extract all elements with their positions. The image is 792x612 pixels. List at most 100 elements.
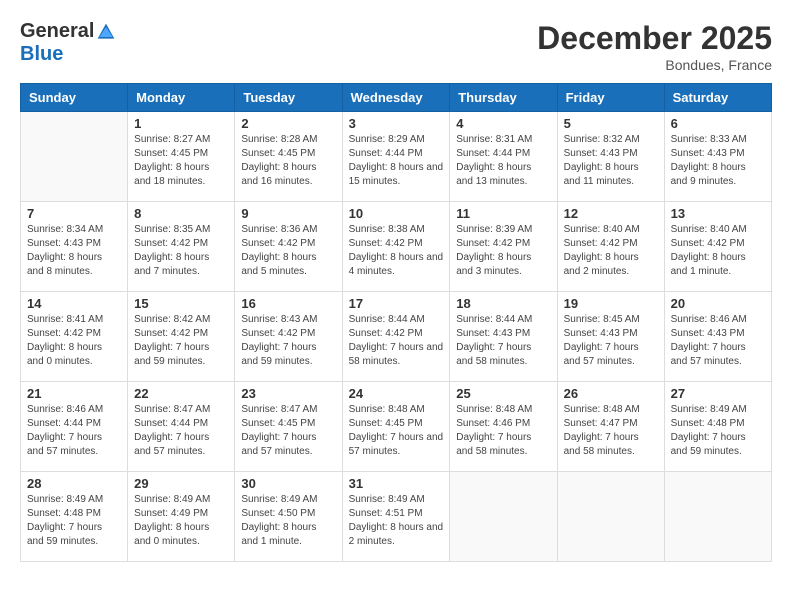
day-number: 16 [241, 296, 335, 311]
sunrise-text: Sunrise: 8:42 AM [134, 313, 228, 327]
day-info: Sunrise: 8:31 AMSunset: 4:44 PMDaylight:… [456, 133, 550, 189]
weekday-header-wednesday: Wednesday [342, 84, 450, 112]
daylight-text: Daylight: 8 hours and 1 minute. [671, 251, 765, 279]
calendar-cell [664, 472, 771, 562]
day-info: Sunrise: 8:28 AMSunset: 4:45 PMDaylight:… [241, 133, 335, 189]
sunset-text: Sunset: 4:42 PM [456, 237, 550, 251]
day-info: Sunrise: 8:49 AMSunset: 4:48 PMDaylight:… [27, 493, 121, 549]
sunset-text: Sunset: 4:48 PM [671, 417, 765, 431]
day-info: Sunrise: 8:33 AMSunset: 4:43 PMDaylight:… [671, 133, 765, 189]
sunrise-text: Sunrise: 8:38 AM [349, 223, 444, 237]
day-info: Sunrise: 8:42 AMSunset: 4:42 PMDaylight:… [134, 313, 228, 369]
sunrise-text: Sunrise: 8:46 AM [671, 313, 765, 327]
calendar-cell [21, 112, 128, 202]
daylight-text: Daylight: 8 hours and 13 minutes. [456, 161, 550, 189]
sunrise-text: Sunrise: 8:48 AM [349, 403, 444, 417]
calendar-cell: 27 Sunrise: 8:49 AMSunset: 4:48 PMDayligh… [664, 382, 771, 472]
day-info: Sunrise: 8:27 AMSunset: 4:45 PMDaylight:… [134, 133, 228, 189]
day-info: Sunrise: 8:40 AMSunset: 4:42 PMDaylight:… [564, 223, 658, 279]
daylight-text: Daylight: 7 hours and 59 minutes. [241, 341, 335, 369]
sunrise-text: Sunrise: 8:27 AM [134, 133, 228, 147]
sunset-text: Sunset: 4:50 PM [241, 507, 335, 521]
sunrise-text: Sunrise: 8:48 AM [456, 403, 550, 417]
week-row-1: 1Sunrise: 8:27 AMSunset: 4:45 PMDaylight… [21, 112, 772, 202]
day-number: 19 [564, 296, 658, 311]
daylight-text: Daylight: 7 hours and 57 minutes. [27, 431, 121, 459]
day-number: 3 [349, 116, 444, 131]
day-number: 27 [671, 386, 765, 401]
weekday-header-tuesday: Tuesday [235, 84, 342, 112]
calendar-cell: 15Sunrise: 8:42 AMSunset: 4:42 PMDayligh… [128, 292, 235, 382]
day-info: Sunrise: 8:44 AMSunset: 4:42 PMDaylight:… [349, 313, 444, 369]
calendar-cell: 31Sunrise: 8:49 AMSunset: 4:51 PMDayligh… [342, 472, 450, 562]
sunrise-text: Sunrise: 8:47 AM [134, 403, 228, 417]
title-block: December 2025 Bondues, France [537, 20, 772, 73]
day-number: 22 [134, 386, 228, 401]
calendar-cell: 30Sunrise: 8:49 AMSunset: 4:50 PMDayligh… [235, 472, 342, 562]
day-number: 28 [27, 476, 121, 491]
sunrise-text: Sunrise: 8:49 AM [671, 403, 765, 417]
calendar-cell: 25 Sunrise: 8:48 AMSunset: 4:46 PMDayligh… [450, 382, 557, 472]
sunrise-text: Sunrise: 8:49 AM [134, 493, 228, 507]
day-info: Sunrise: 8:49 AMSunset: 4:51 PMDaylight:… [349, 493, 444, 549]
day-info: Sunrise: 8:49 AMSunset: 4:50 PMDaylight:… [241, 493, 335, 549]
calendar-cell: 9Sunrise: 8:36 AMSunset: 4:42 PMDaylight… [235, 202, 342, 292]
day-info: Sunrise: 8:48 AMSunset: 4:46 PMDaylight:… [456, 403, 550, 459]
sunset-text: Sunset: 4:42 PM [671, 237, 765, 251]
daylight-text: Daylight: 7 hours and 57 minutes. [349, 431, 444, 459]
daylight-text: Daylight: 8 hours and 9 minutes. [671, 161, 765, 189]
daylight-text: Daylight: 8 hours and 7 minutes. [134, 251, 228, 279]
sunset-text: Sunset: 4:43 PM [564, 147, 658, 161]
daylight-text: Daylight: 7 hours and 58 minutes. [456, 341, 550, 369]
page-header: General Blue December 2025 Bondues, Fran… [20, 20, 772, 73]
day-number: 21 [27, 386, 121, 401]
day-info: Sunrise: 8:35 AMSunset: 4:42 PMDaylight:… [134, 223, 228, 279]
sunset-text: Sunset: 4:44 PM [134, 417, 228, 431]
calendar-cell: 11Sunrise: 8:39 AMSunset: 4:42 PMDayligh… [450, 202, 557, 292]
day-info: Sunrise: 8:48 AMSunset: 4:47 PMDaylight:… [564, 403, 658, 459]
month-title: December 2025 [537, 20, 772, 57]
day-number: 14 [27, 296, 121, 311]
daylight-text: Daylight: 7 hours and 59 minutes. [671, 431, 765, 459]
calendar-cell: 7Sunrise: 8:34 AMSunset: 4:43 PMDaylight… [21, 202, 128, 292]
sunset-text: Sunset: 4:43 PM [456, 327, 550, 341]
calendar-cell: 13Sunrise: 8:40 AMSunset: 4:42 PMDayligh… [664, 202, 771, 292]
sunset-text: Sunset: 4:45 PM [241, 147, 335, 161]
weekday-header-saturday: Saturday [664, 84, 771, 112]
calendar-cell: 20Sunrise: 8:46 AMSunset: 4:43 PMDayligh… [664, 292, 771, 382]
day-number: 7 [27, 206, 121, 221]
calendar-cell [450, 472, 557, 562]
daylight-text: Daylight: 8 hours and 0 minutes. [27, 341, 121, 369]
sunset-text: Sunset: 4:42 PM [134, 237, 228, 251]
day-number: 25 [456, 386, 550, 401]
daylight-text: Daylight: 8 hours and 5 minutes. [241, 251, 335, 279]
sunset-text: Sunset: 4:44 PM [456, 147, 550, 161]
sunset-text: Sunset: 4:45 PM [241, 417, 335, 431]
calendar-cell: 26Sunrise: 8:48 AMSunset: 4:47 PMDayligh… [557, 382, 664, 472]
sunset-text: Sunset: 4:47 PM [564, 417, 658, 431]
day-info: Sunrise: 8:48 AMSunset: 4:45 PMDaylight:… [349, 403, 444, 459]
sunset-text: Sunset: 4:42 PM [349, 327, 444, 341]
sunrise-text: Sunrise: 8:45 AM [564, 313, 658, 327]
sunrise-text: Sunrise: 8:48 AM [564, 403, 658, 417]
sunset-text: Sunset: 4:49 PM [134, 507, 228, 521]
daylight-text: Daylight: 7 hours and 59 minutes. [27, 521, 121, 549]
calendar-cell: 19Sunrise: 8:45 AMSunset: 4:43 PMDayligh… [557, 292, 664, 382]
weekday-header-friday: Friday [557, 84, 664, 112]
calendar-cell: 29Sunrise: 8:49 AMSunset: 4:49 PMDayligh… [128, 472, 235, 562]
daylight-text: Daylight: 8 hours and 18 minutes. [134, 161, 228, 189]
logo-icon [96, 22, 116, 42]
calendar-cell: 8 Sunrise: 8:35 AMSunset: 4:42 PMDaylight… [128, 202, 235, 292]
sunset-text: Sunset: 4:44 PM [349, 147, 444, 161]
weekday-header-monday: Monday [128, 84, 235, 112]
day-info: Sunrise: 8:46 AMSunset: 4:43 PMDaylight:… [671, 313, 765, 369]
daylight-text: Daylight: 8 hours and 8 minutes. [27, 251, 121, 279]
sunset-text: Sunset: 4:43 PM [564, 327, 658, 341]
calendar-cell: 21Sunrise: 8:46 AMSunset: 4:44 PMDayligh… [21, 382, 128, 472]
sunset-text: Sunset: 4:42 PM [349, 237, 444, 251]
day-info: Sunrise: 8:32 AMSunset: 4:43 PMDaylight:… [564, 133, 658, 189]
day-number: 8 [134, 206, 228, 221]
day-number: 1 [134, 116, 228, 131]
day-number: 6 [671, 116, 765, 131]
daylight-text: Daylight: 8 hours and 16 minutes. [241, 161, 335, 189]
